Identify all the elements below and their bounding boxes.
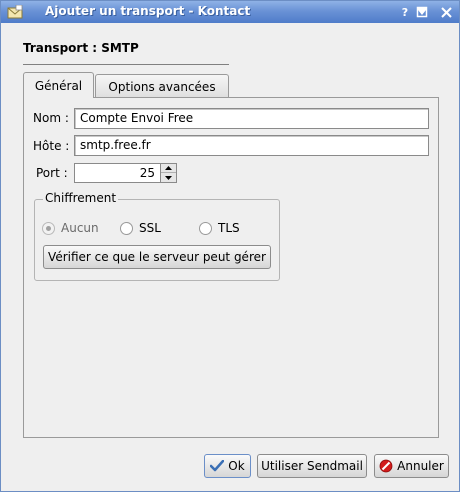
maximize-icon: [416, 6, 428, 18]
envelope-icon: [7, 4, 23, 19]
name-input-value: Compte Envoi Free: [80, 111, 194, 125]
port-value: 25: [139, 166, 155, 180]
check-server-capabilities-button[interactable]: Vérifier ce que le serveur peut gérer: [43, 245, 271, 269]
radio-ssl-label: SSL: [139, 221, 161, 235]
tab-general[interactable]: Général: [23, 72, 94, 98]
stop-icon: [379, 459, 393, 473]
radio-tls-indicator: [199, 221, 212, 235]
cancel-button[interactable]: Annuler: [374, 454, 449, 478]
port-spinbox[interactable]: 25: [74, 163, 177, 183]
tab-advanced-options[interactable]: Options avancées: [95, 74, 229, 98]
ok-label: Ok: [228, 459, 245, 473]
name-label: Nom :: [33, 111, 69, 125]
close-button[interactable]: [438, 4, 454, 20]
port-label: Port :: [36, 166, 68, 180]
ok-button[interactable]: Ok: [204, 454, 251, 478]
close-icon: [440, 6, 452, 18]
radio-ssl[interactable]: SSL: [120, 220, 161, 236]
transport-title: Transport : SMTP: [23, 41, 139, 55]
spin-up-button[interactable]: [161, 164, 176, 173]
name-input[interactable]: Compte Envoi Free: [74, 108, 429, 129]
help-button[interactable]: ?: [397, 4, 413, 20]
host-label: Hôte :: [33, 139, 70, 153]
use-sendmail-button[interactable]: Utiliser Sendmail: [257, 454, 367, 478]
spin-down-button[interactable]: [161, 173, 176, 182]
host-input-value: smtp.free.fr: [80, 138, 151, 152]
radio-ssl-indicator: [120, 221, 133, 235]
radio-none-label: Aucun: [61, 221, 99, 235]
checkmark-icon: [210, 460, 225, 472]
dialog-window: Ajouter un transport - Kontact ? ▾ Trans…: [0, 0, 460, 492]
header-divider: [23, 64, 229, 65]
host-input[interactable]: smtp.free.fr: [74, 135, 429, 156]
tab-general-label: Général: [34, 78, 83, 93]
tab-advanced-options-label: Options avancées: [108, 79, 216, 94]
check-server-capabilities-label: Vérifier ce que le serveur peut gérer: [48, 250, 266, 264]
radio-tls-label: TLS: [218, 221, 240, 235]
title-bar[interactable]: Ajouter un transport - Kontact ? ▾: [1, 1, 459, 23]
chevron-up-icon: [165, 166, 172, 170]
maximize-button[interactable]: [414, 4, 430, 20]
port-spin-arrows: [160, 164, 176, 182]
radio-tls[interactable]: TLS: [199, 220, 240, 236]
window-title: Ajouter un transport - Kontact: [45, 4, 251, 18]
chevron-down-icon: [165, 175, 172, 180]
encryption-group-title: Chiffrement: [43, 191, 119, 205]
use-sendmail-label: Utiliser Sendmail: [261, 459, 363, 473]
radio-none[interactable]: Aucun: [42, 220, 99, 236]
radio-none-indicator: [42, 221, 55, 235]
cancel-label: Annuler: [397, 459, 444, 473]
